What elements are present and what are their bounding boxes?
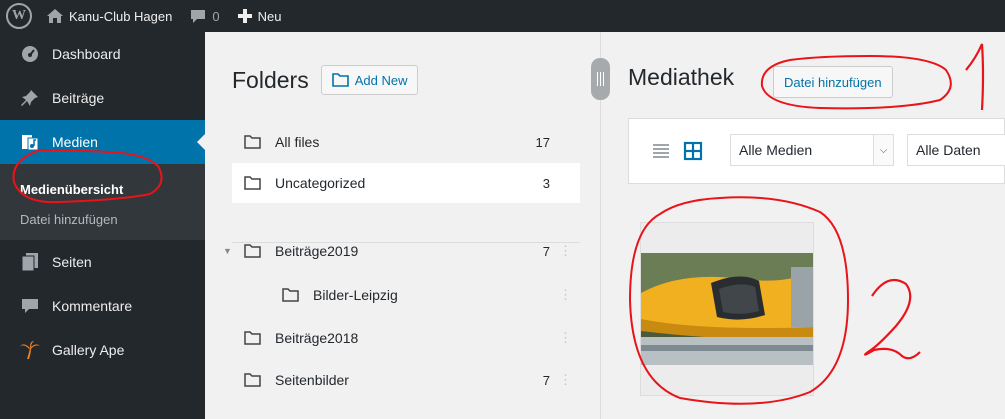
- caret-down-icon[interactable]: ▼: [223, 246, 232, 256]
- pin-icon: [20, 89, 40, 107]
- menu-item-medien[interactable]: Medien: [0, 120, 205, 164]
- menu-label-medien: Medien: [52, 134, 98, 150]
- annotation-mark-2: [863, 278, 921, 360]
- folder-label: Uncategorized: [275, 175, 366, 191]
- date-filter-value: Alle Daten: [916, 142, 981, 158]
- folder-count: 7: [542, 372, 550, 388]
- media-type-filter[interactable]: Alle Medien ⌵: [730, 134, 894, 166]
- menu-label-kommentare: Kommentare: [52, 298, 133, 314]
- folder-count: 3: [542, 175, 550, 191]
- new-label: Neu: [257, 8, 282, 24]
- media-type-value: Alle Medien: [739, 142, 813, 158]
- admin-bar: W Kanu-Club Hagen 0 Neu: [0, 0, 1005, 32]
- plus-icon: [237, 9, 252, 23]
- menu-label-seiten: Seiten: [52, 254, 92, 270]
- folders-title: Folders: [232, 66, 309, 93]
- upload-file-button[interactable]: Datei hinzufügen: [773, 66, 893, 98]
- menu-item-gallery-ape[interactable]: Gallery Ape: [0, 328, 205, 372]
- chevron-down-icon: ⌵: [873, 135, 893, 165]
- wordpress-icon[interactable]: W: [6, 3, 32, 29]
- folder-icon: [244, 135, 261, 149]
- media-toolbar: Alle Medien ⌵ Alle Daten: [628, 118, 1005, 184]
- more-dots-icon[interactable]: ⋮: [559, 372, 572, 388]
- media-thumbnail[interactable]: [640, 222, 814, 396]
- menu-label-gallery-ape: Gallery Ape: [52, 342, 125, 358]
- site-name-link[interactable]: Kanu-Club Hagen: [38, 0, 181, 32]
- admin-sidebar: Dashboard Beiträge Medien Medienübersich…: [0, 32, 205, 419]
- folder-icon: [282, 288, 299, 302]
- wordpress-logo-letter: W: [12, 8, 26, 23]
- folder-count: 7: [542, 243, 550, 259]
- more-dots-icon[interactable]: ⋮: [559, 243, 572, 259]
- folder-label: Seitenbilder: [275, 372, 349, 388]
- folder-label: Beiträge2019: [275, 243, 359, 259]
- page-icon: [20, 253, 40, 271]
- folders-panel: Folders Add New All files 17 Uncategoriz…: [205, 32, 600, 419]
- folder-row-bilder-leipzig[interactable]: Bilder-Leipzig ⋮: [232, 275, 580, 315]
- menu-item-seiten[interactable]: Seiten: [0, 240, 205, 284]
- folder-row-beitraege2018[interactable]: Beiträge2018 ⋮: [232, 318, 580, 358]
- folder-count: 17: [535, 134, 550, 150]
- submenu-datei-hinzufuegen[interactable]: Datei hinzufügen: [0, 204, 205, 234]
- comment-icon: [20, 298, 40, 314]
- annotation-mark-1: [965, 43, 985, 111]
- folders-header: Folders Add New: [232, 65, 419, 95]
- folder-label: All files: [275, 134, 320, 150]
- menu-label-dashboard: Dashboard: [52, 46, 121, 62]
- page-title: Mediathek: [628, 64, 735, 90]
- submenu-medienuebersicht[interactable]: Medienübersicht: [0, 174, 205, 204]
- menu-item-dashboard[interactable]: Dashboard: [0, 32, 205, 76]
- folder-row-beitraege2019[interactable]: ▼ Beiträge2019 7 ⋮: [223, 231, 580, 271]
- date-filter[interactable]: Alle Daten: [907, 134, 1005, 166]
- comment-icon: [190, 9, 206, 24]
- menu-item-kommentare[interactable]: Kommentare: [0, 284, 205, 328]
- folder-label: Beiträge2018: [275, 330, 359, 346]
- more-dots-icon[interactable]: ⋮: [559, 330, 572, 346]
- new-content-link[interactable]: Neu: [229, 0, 291, 32]
- folder-icon: [244, 176, 261, 190]
- list-view-icon[interactable]: [651, 141, 671, 161]
- folder-label: Bilder-Leipzig: [313, 287, 398, 303]
- kayak-photo: [641, 223, 813, 395]
- home-icon: [47, 9, 63, 23]
- comments-link[interactable]: 0: [181, 0, 228, 32]
- site-name: Kanu-Club Hagen: [69, 8, 173, 24]
- medien-submenu: Medienübersicht Datei hinzufügen: [0, 164, 205, 240]
- more-dots-icon[interactable]: ⋮: [559, 287, 572, 303]
- resize-handle[interactable]: [591, 58, 610, 100]
- palm-icon: [20, 341, 40, 359]
- folder-icon: [244, 244, 261, 258]
- menu-item-beitraege[interactable]: Beiträge: [0, 76, 205, 120]
- folder-row-seitenbilder[interactable]: Seitenbilder 7 ⋮: [232, 360, 580, 400]
- add-new-folder-button[interactable]: Add New: [320, 65, 419, 95]
- media-icon: [20, 133, 40, 151]
- add-new-label: Add New: [354, 72, 408, 88]
- wp-admin-media-screen: W Kanu-Club Hagen 0 Neu Dashboard Beiträ…: [0, 0, 1005, 419]
- folder-row-all-files[interactable]: All files 17: [232, 122, 580, 162]
- folder-icon: [244, 373, 261, 387]
- folder-icon: [331, 73, 349, 87]
- dashboard-icon: [20, 45, 40, 63]
- comments-count: 0: [212, 8, 220, 24]
- folder-icon: [244, 331, 261, 345]
- folder-row-uncategorized[interactable]: Uncategorized 3: [232, 163, 580, 203]
- grid-view-icon[interactable]: [683, 141, 703, 161]
- menu-label-beitraege: Beiträge: [52, 90, 105, 106]
